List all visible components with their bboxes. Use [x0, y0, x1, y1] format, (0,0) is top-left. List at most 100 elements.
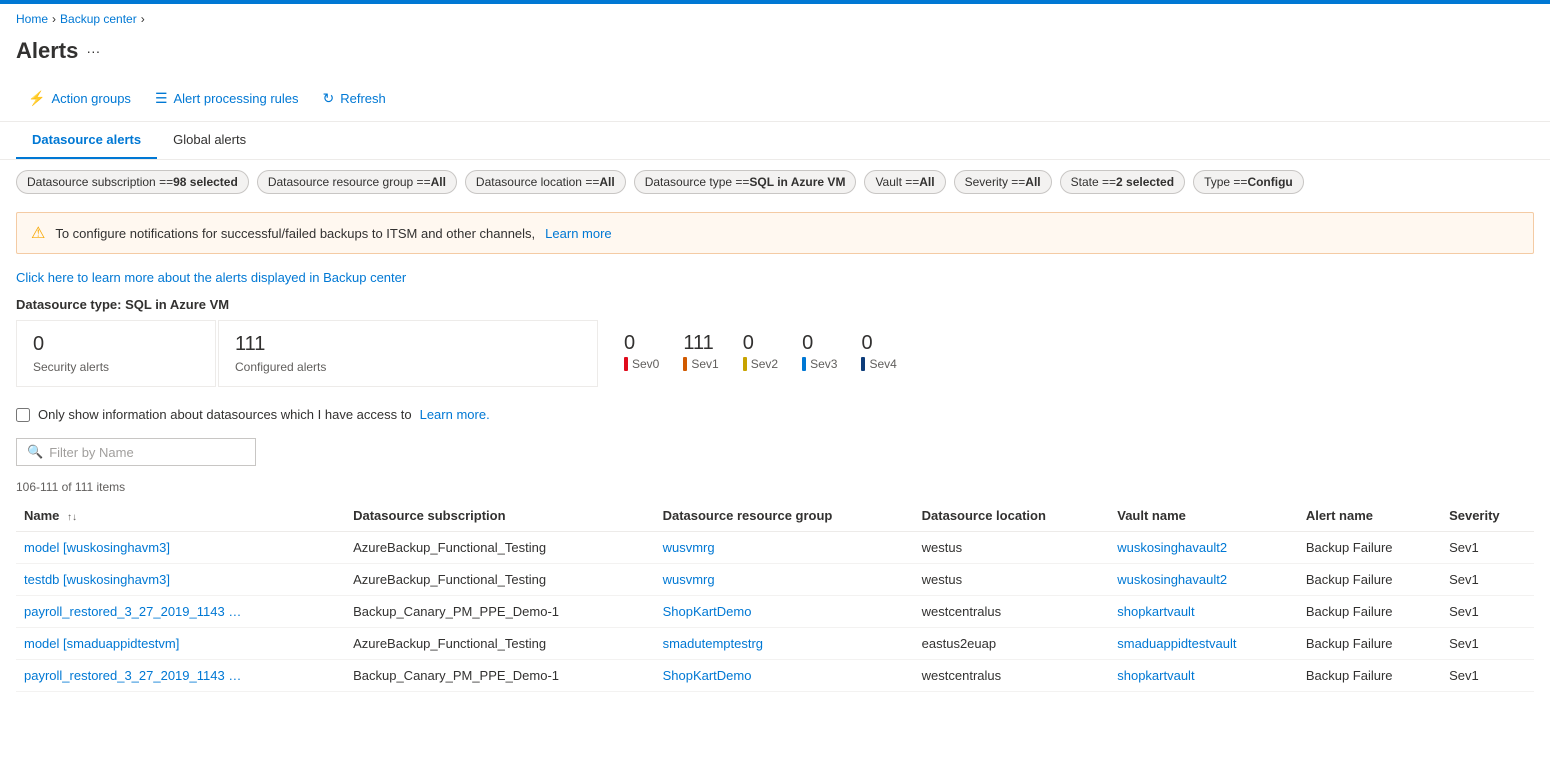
cell-name-0: model [wuskosinghavm3] — [16, 532, 345, 564]
cell-resourcegroup-2: ShopKartDemo — [655, 596, 914, 628]
col-vault: Vault name — [1109, 500, 1298, 532]
breadcrumb-sep1: › — [52, 12, 56, 26]
info-learn-more-link[interactable]: Click here to learn more about the alert… — [0, 262, 1550, 293]
sev0-number: 0 — [624, 332, 635, 355]
breadcrumb-backup-center[interactable]: Backup center — [60, 12, 137, 26]
breadcrumb-home[interactable]: Home — [16, 12, 48, 26]
cell-name-3: model [smaduappidtestvm] — [16, 628, 345, 660]
col-severity: Severity — [1441, 500, 1534, 532]
alert-rules-icon: ☰ — [155, 90, 168, 107]
sev3-dot — [802, 357, 806, 371]
cell-resourcegroup-1: wusvmrg — [655, 564, 914, 596]
filters-row: Datasource subscription == 98 selected D… — [0, 160, 1550, 204]
row-name-link-2[interactable]: payroll_restored_3_27_2019_1143 [s... — [24, 604, 244, 619]
filter-input-container: 🔍 — [16, 438, 256, 466]
tab-global-alerts[interactable]: Global alerts — [157, 122, 262, 159]
cell-vault-1: wuskosinghavault2 — [1109, 564, 1298, 596]
cell-location-2: westcentralus — [914, 596, 1110, 628]
filter-location[interactable]: Datasource location == All — [465, 170, 626, 194]
cell-alertname-3: Backup Failure — [1298, 628, 1441, 660]
col-name: Name ↑↓ — [16, 500, 345, 532]
row-vault-link-3[interactable]: smaduappidtestvault — [1117, 636, 1236, 651]
alert-processing-rules-button[interactable]: ☰ Alert processing rules — [143, 84, 311, 113]
filter-state[interactable]: State == 2 selected — [1060, 170, 1185, 194]
sev1-number: 111 — [683, 332, 713, 355]
search-icon: 🔍 — [27, 444, 43, 460]
breadcrumb: Home › Backup center › — [0, 4, 1550, 34]
sev1-dot — [683, 357, 687, 371]
table-row: model [smaduappidtestvm] AzureBackup_Fun… — [16, 628, 1534, 660]
action-groups-button[interactable]: ⚡ Action groups — [16, 84, 143, 113]
cell-severity-0: Sev1 — [1441, 532, 1534, 564]
action-groups-icon: ⚡ — [28, 90, 45, 107]
cell-name-2: payroll_restored_3_27_2019_1143 [s... — [16, 596, 345, 628]
cell-resourcegroup-4: ShopKartDemo — [655, 660, 914, 692]
row-name-link-3[interactable]: model [smaduappidtestvm] — [24, 636, 244, 651]
row-name-link-1[interactable]: testdb [wuskosinghavm3] — [24, 572, 244, 587]
warning-icon: ⚠ — [31, 223, 45, 243]
security-alerts-stat: 0 Security alerts — [16, 320, 216, 387]
name-sort-icon[interactable]: ↑↓ — [67, 512, 77, 523]
row-vault-link-1[interactable]: wuskosinghavault2 — [1117, 572, 1227, 587]
access-checkbox[interactable] — [16, 408, 30, 422]
filter-alert-type[interactable]: Type == Configu — [1193, 170, 1304, 194]
toolbar: ⚡ Action groups ☰ Alert processing rules… — [0, 76, 1550, 122]
cell-vault-3: smaduappidtestvault — [1109, 628, 1298, 660]
table-row: payroll_restored_3_27_2019_1143 [s... Ba… — [16, 596, 1534, 628]
security-alerts-number: 0 — [33, 333, 199, 356]
notification-bar: ⚠ To configure notifications for success… — [16, 212, 1534, 254]
checkbox-learn-more[interactable]: Learn more. — [420, 407, 490, 422]
row-rg-link-1[interactable]: wusvmrg — [663, 572, 715, 587]
cell-resourcegroup-0: wusvmrg — [655, 532, 914, 564]
row-vault-link-2[interactable]: shopkartvault — [1117, 604, 1194, 619]
table-header-row: Name ↑↓ Datasource subscription Datasour… — [16, 500, 1534, 532]
sev0-label: Sev0 — [624, 357, 659, 371]
row-rg-link-0[interactable]: wusvmrg — [663, 540, 715, 555]
cell-severity-2: Sev1 — [1441, 596, 1534, 628]
refresh-button[interactable]: ↻ Refresh — [311, 84, 398, 113]
filter-input-row: 🔍 — [0, 430, 1550, 474]
page-more-button[interactable]: ··· — [86, 43, 100, 59]
sev1-stat: 111 Sev1 — [683, 332, 718, 371]
cell-location-0: westus — [914, 532, 1110, 564]
severity-stats: 0 Sev0 111 Sev1 0 Sev2 0 Sev3 — [600, 320, 921, 383]
filter-resource-group[interactable]: Datasource resource group == All — [257, 170, 457, 194]
page-header: Alerts ··· — [0, 34, 1550, 76]
col-subscription: Datasource subscription — [345, 500, 654, 532]
row-name-link-0[interactable]: model [wuskosinghavm3] — [24, 540, 244, 555]
cell-severity-1: Sev1 — [1441, 564, 1534, 596]
datasource-type-label: Datasource type: SQL in Azure VM — [0, 293, 1550, 320]
sev4-dot — [861, 357, 865, 371]
cell-alertname-2: Backup Failure — [1298, 596, 1441, 628]
row-vault-link-0[interactable]: wuskosinghavault2 — [1117, 540, 1227, 555]
filter-by-name-input[interactable] — [49, 445, 245, 460]
notification-learn-more[interactable]: Learn more — [545, 226, 611, 241]
filter-type[interactable]: Datasource type == SQL in Azure VM — [634, 170, 857, 194]
row-rg-link-2[interactable]: ShopKartDemo — [663, 604, 752, 619]
sev4-label: Sev4 — [861, 357, 896, 371]
cell-vault-4: shopkartvault — [1109, 660, 1298, 692]
sev3-stat: 0 Sev3 — [802, 332, 837, 371]
table-container: Name ↑↓ Datasource subscription Datasour… — [0, 500, 1550, 692]
filter-vault[interactable]: Vault == All — [864, 170, 945, 194]
sev2-dot — [743, 357, 747, 371]
refresh-icon: ↻ — [323, 90, 335, 107]
row-name-link-4[interactable]: payroll_restored_3_27_2019_1143 [s... — [24, 668, 244, 683]
breadcrumb-sep2: › — [141, 12, 145, 26]
configured-alerts-stat[interactable]: 111 Configured alerts — [218, 320, 598, 387]
row-rg-link-4[interactable]: ShopKartDemo — [663, 668, 752, 683]
row-rg-link-3[interactable]: smadutemptestrg — [663, 636, 763, 651]
sev0-stat: 0 Sev0 — [624, 332, 659, 371]
col-location: Datasource location — [914, 500, 1110, 532]
tab-datasource-alerts[interactable]: Datasource alerts — [16, 122, 157, 159]
items-count: 106-111 of 111 items — [0, 474, 1550, 500]
filter-subscription[interactable]: Datasource subscription == 98 selected — [16, 170, 249, 194]
action-groups-label: Action groups — [51, 91, 131, 106]
page-title: Alerts — [16, 38, 78, 64]
stats-row: 0 Security alerts 111 Configured alerts … — [0, 320, 1550, 399]
cell-severity-3: Sev1 — [1441, 628, 1534, 660]
filter-severity[interactable]: Severity == All — [954, 170, 1052, 194]
row-vault-link-4[interactable]: shopkartvault — [1117, 668, 1194, 683]
cell-subscription-3: AzureBackup_Functional_Testing — [345, 628, 654, 660]
table-row: testdb [wuskosinghavm3] AzureBackup_Func… — [16, 564, 1534, 596]
